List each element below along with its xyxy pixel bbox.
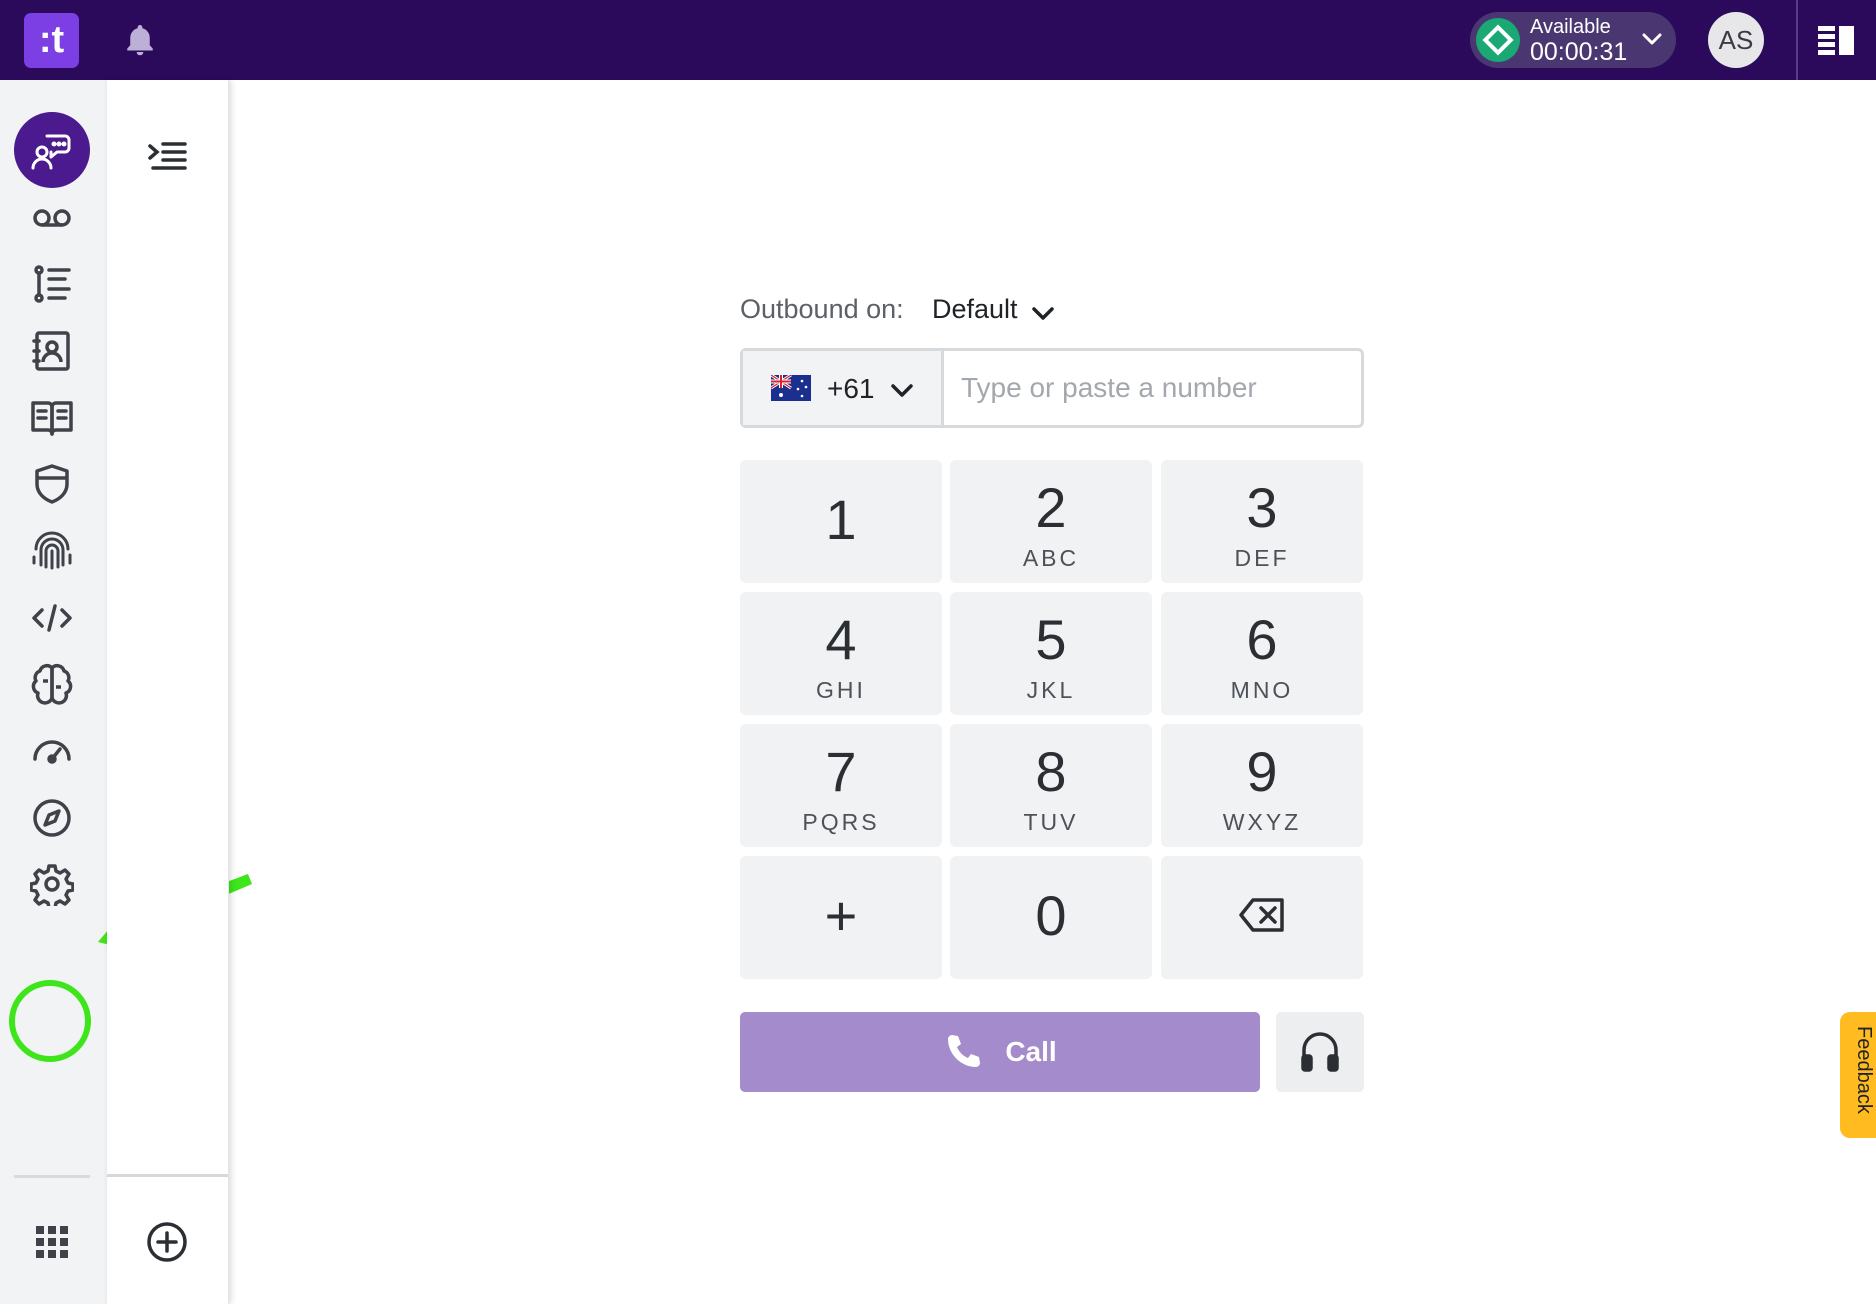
speedometer-icon[interactable] [14,713,90,789]
status-timer: 00:00:31 [1530,38,1628,66]
key-letters: TUV [1023,809,1079,835]
chevron-down-icon [1640,30,1664,50]
feedback-label: Feedback [1853,1026,1875,1114]
key-1[interactable]: 1 [740,460,942,583]
key-letters: ABC [1022,545,1080,571]
voicemail-icon[interactable] [14,180,90,256]
key-digit: 3 [1246,476,1278,539]
key-digit: 1 [825,488,857,551]
key-digit: 8 [1035,740,1067,803]
phone-number-input[interactable] [947,351,1357,425]
key-digit: 0 [1035,884,1067,947]
add-circle-icon[interactable] [145,1220,189,1264]
key-4[interactable]: 4 GHI [740,592,942,715]
compass-icon[interactable] [14,780,90,856]
fingerprint-icon[interactable] [14,513,90,589]
brain-icon[interactable] [14,646,90,722]
key-letters: PQRS [802,809,880,835]
app-logo[interactable]: :t [24,13,79,68]
side-panel-toggle-icon[interactable] [1818,24,1856,56]
key-digit: 9 [1246,740,1278,803]
key-9[interactable]: 9 WXYZ [1161,724,1363,847]
user-avatar[interactable]: AS [1708,12,1764,68]
country-dial-code: +61 [827,373,875,404]
key-0[interactable]: 0 [950,856,1152,979]
outbound-line-selector[interactable]: Default [932,294,1018,325]
key-5[interactable]: 5 JKL [950,592,1152,715]
key-digit: 6 [1246,608,1278,671]
country-code-selector[interactable]: +61 [743,351,944,425]
key-letters: WXYZ [1222,809,1302,835]
top-bar-divider [1796,0,1798,80]
settings-icon[interactable] [14,846,90,922]
code-icon[interactable] [14,580,90,656]
status-indicator-icon [1476,18,1520,62]
key-3[interactable]: 3 DEF [1161,460,1363,583]
backspace-key[interactable] [1161,856,1363,979]
call-button[interactable]: Call [740,1012,1260,1092]
rail-divider [14,1175,90,1178]
chevron-down-icon[interactable] [1030,302,1056,324]
key-2[interactable]: 2 ABC [950,460,1152,583]
key-6[interactable]: 6 MNO [1161,592,1363,715]
australia-flag-icon [771,375,811,401]
feedback-tab[interactable]: Feedback [1840,1012,1876,1138]
key-letters: JKL [1026,677,1076,703]
key-digit: 5 [1035,608,1067,671]
phone-icon [943,1032,983,1072]
key-letters: GHI [816,677,866,703]
shield-icon[interactable] [14,446,90,522]
headset-icon [1299,1030,1341,1074]
agent-status-selector[interactable]: Available 00:00:31 [1470,12,1676,68]
chat-agent-icon[interactable] [14,112,90,188]
key-letters: DEF [1234,545,1290,571]
outbound-label: Outbound on: [740,294,904,324]
key-digit: 4 [825,608,857,671]
headset-button[interactable] [1276,1012,1364,1092]
key-digit: + [824,884,858,947]
key-digit: 2 [1035,476,1067,539]
key-8[interactable]: 8 TUV [950,724,1152,847]
status-label: Available [1530,16,1611,38]
highlight-ring [9,980,91,1062]
backspace-icon [1238,896,1286,934]
chevron-down-icon [889,379,915,401]
list-numbered-icon[interactable] [14,246,90,322]
bell-icon[interactable] [122,22,158,58]
open-book-icon[interactable] [14,380,90,456]
key-7[interactable]: 7 PQRS [740,724,942,847]
app-grid-icon[interactable] [14,1204,90,1280]
phone-number-field: +61 [740,348,1364,428]
collapse-menu-icon[interactable] [147,136,187,176]
contact-book-icon[interactable] [14,313,90,389]
top-bar: :t Available 00:00:31 AS [0,0,1876,80]
nav-rail [0,80,107,1304]
key-letters: MNO [1230,677,1294,703]
key-digit: 7 [825,740,857,803]
call-button-label: Call [1005,1036,1057,1067]
key-plus[interactable]: + [740,856,942,979]
secondary-panel [107,80,229,1304]
panel-divider [107,1174,228,1177]
